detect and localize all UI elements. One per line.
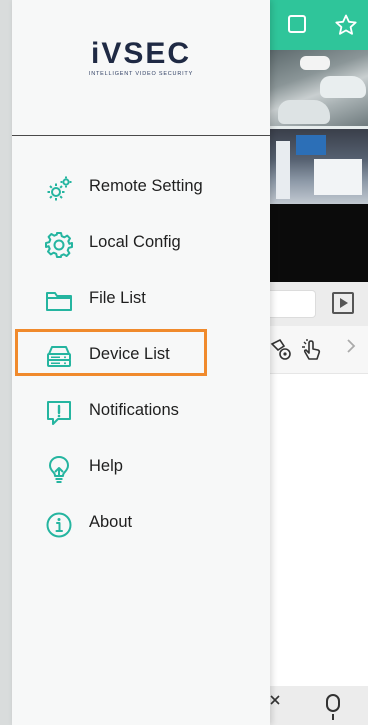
menu-label: Local Config [89, 233, 181, 251]
gears-icon [44, 174, 72, 202]
control-row [270, 326, 368, 374]
menu-item-notifications[interactable]: Notifications [12, 384, 270, 440]
video-icon[interactable] [332, 292, 354, 314]
menu-label: Help [89, 457, 123, 475]
menu-item-help[interactable]: Help [12, 440, 270, 496]
alert-message-icon [44, 398, 72, 426]
info-icon [44, 510, 72, 538]
divider [12, 135, 270, 136]
camera-feed-empty[interactable] [270, 204, 368, 282]
top-toolbar [270, 0, 368, 50]
menu-item-local-config[interactable]: Local Config [12, 216, 270, 272]
camera-feed-store[interactable] [270, 129, 368, 204]
brand-logo: iVSEC INTELLIGENT VIDEO SECURITY [12, 37, 270, 78]
menu-item-file-list[interactable]: File List [12, 272, 270, 328]
menu-label: Remote Setting [89, 177, 203, 195]
left-edge [0, 0, 12, 725]
chevron-right-icon[interactable] [346, 338, 356, 354]
microphone-icon[interactable] [326, 694, 340, 720]
search-field[interactable] [270, 290, 316, 318]
ptz-icon[interactable] [270, 338, 296, 362]
logo-main-text: iVSEC [90, 37, 192, 70]
menu-label: About [89, 513, 133, 531]
lightbulb-icon [44, 454, 72, 483]
playback-strip [270, 282, 368, 326]
content-area [270, 374, 368, 686]
star-icon[interactable] [334, 13, 358, 37]
fullscreen-icon[interactable] [286, 13, 310, 37]
close-icon[interactable] [270, 695, 280, 705]
bottom-bar [270, 686, 368, 725]
folder-icon [44, 286, 72, 314]
logo-tagline: INTELLIGENT VIDEO SECURITY [88, 71, 194, 77]
touch-icon[interactable] [300, 338, 324, 362]
menu-item-about[interactable]: About [12, 496, 270, 552]
menu-item-remote-setting[interactable]: Remote Setting [12, 160, 270, 216]
menu-label: Notifications [89, 401, 179, 419]
camera-feed-parking[interactable] [270, 50, 368, 126]
highlight-box [15, 329, 207, 376]
gear-icon [44, 230, 73, 258]
menu-label: File List [89, 289, 146, 307]
